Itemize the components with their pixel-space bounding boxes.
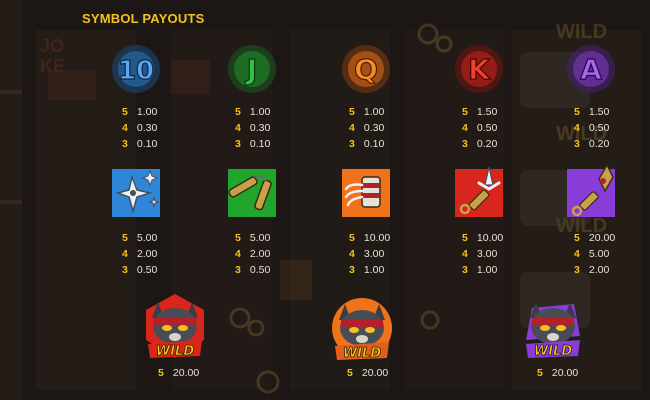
payout-row: 3 0.50 — [235, 264, 271, 276]
svg-text:JO: JO — [40, 36, 64, 56]
svg-text:K: K — [468, 53, 491, 86]
payout-row: 3 0.20 — [574, 138, 610, 150]
payout-row: 3 0.10 — [349, 138, 385, 150]
payout-row: 5 1.00 — [349, 106, 385, 118]
payout-table-claw: 5 10.00 4 3.00 3 1.00 — [349, 230, 390, 278]
payout-table-10: 5 1.00 4 0.30 3 0.10 — [122, 104, 157, 152]
payout-row: 5 5.00 — [235, 232, 271, 244]
payout-row: 4 5.00 — [574, 248, 610, 260]
payout-row: 4 0.50 — [574, 122, 610, 134]
payout-row: 4 3.00 — [349, 248, 385, 260]
claw-icon — [336, 163, 396, 223]
payout-row: 5 20.00 — [347, 367, 389, 379]
wild-label: WILD — [343, 346, 381, 361]
payout-table-nunchaku: 5 5.00 4 2.00 3 0.50 — [235, 230, 270, 278]
payout-table-wild-orange: 5 20.00 — [347, 365, 388, 381]
payout-table-sai: 5 10.00 4 3.00 3 1.00 — [462, 230, 503, 278]
svg-text:J: J — [245, 53, 257, 86]
payout-row: 4 0.50 — [462, 122, 498, 134]
payout-row: 5 20.00 — [537, 367, 579, 379]
nunchaku-icon — [222, 163, 282, 223]
sai-icon — [449, 163, 509, 223]
symbol-10-icon: 10 — [106, 39, 166, 99]
payout-row: 5 5.00 — [122, 232, 158, 244]
payout-table-wild-red: 5 20.00 — [158, 365, 199, 381]
wild-label: WILD — [534, 344, 572, 359]
payout-table-j: 5 1.00 4 0.30 3 0.10 — [235, 104, 270, 152]
payout-row: 5 20.00 — [158, 367, 200, 379]
kunai-icon — [561, 163, 621, 223]
payout-table-k: 5 1.50 4 0.50 3 0.20 — [462, 104, 497, 152]
svg-text:KE: KE — [40, 56, 65, 76]
payout-row: 3 1.00 — [349, 264, 385, 276]
payout-row: 3 0.20 — [462, 138, 498, 150]
payout-row: 3 0.50 — [122, 264, 158, 276]
symbol-j-icon: J — [222, 39, 282, 99]
payout-row: 4 0.30 — [349, 122, 385, 134]
payout-row: 5 10.00 — [349, 232, 391, 244]
payout-table-wild-purple: 5 20.00 — [537, 365, 578, 381]
payout-row: 5 1.50 — [574, 106, 610, 118]
symbol-payouts-title: SYMBOL PAYOUTS — [82, 11, 205, 26]
symbol-k-icon: K — [449, 39, 509, 99]
svg-text:Q: Q — [354, 53, 378, 86]
symbol-q-icon: Q — [336, 39, 396, 99]
payout-row: 4 2.00 — [235, 248, 271, 260]
symbol-a-icon: A — [561, 39, 621, 99]
payout-row: 4 2.00 — [122, 248, 158, 260]
payout-row: 3 2.00 — [574, 264, 610, 276]
payout-table-shuriken: 5 5.00 4 2.00 3 0.50 — [122, 230, 157, 278]
payout-row: 5 1.50 — [462, 106, 498, 118]
payout-row: 4 0.30 — [122, 122, 158, 134]
wild-label: WILD — [156, 344, 194, 359]
wild-cat-orange-icon: WILD — [323, 290, 401, 366]
payout-table-a: 5 1.50 4 0.50 3 0.20 — [574, 104, 609, 152]
payout-row: 5 10.00 — [462, 232, 504, 244]
payout-row: 4 0.30 — [235, 122, 271, 134]
payout-row: 4 3.00 — [462, 248, 498, 260]
payout-row: 5 20.00 — [574, 232, 616, 244]
payout-row: 3 0.10 — [235, 138, 271, 150]
shuriken-icon — [106, 163, 166, 223]
payout-row: 5 1.00 — [122, 106, 158, 118]
svg-text:10: 10 — [118, 56, 154, 86]
wild-cat-purple-icon: WILD — [514, 288, 592, 364]
wild-cat-red-icon: WILD — [136, 288, 214, 364]
payout-row: 5 1.00 — [235, 106, 271, 118]
payout-row: 3 0.10 — [122, 138, 158, 150]
svg-text:A: A — [580, 53, 602, 86]
payout-table-q: 5 1.00 4 0.30 3 0.10 — [349, 104, 384, 152]
payout-row: 3 1.00 — [462, 264, 498, 276]
payout-table-kunai: 5 20.00 4 5.00 3 2.00 — [574, 230, 615, 278]
